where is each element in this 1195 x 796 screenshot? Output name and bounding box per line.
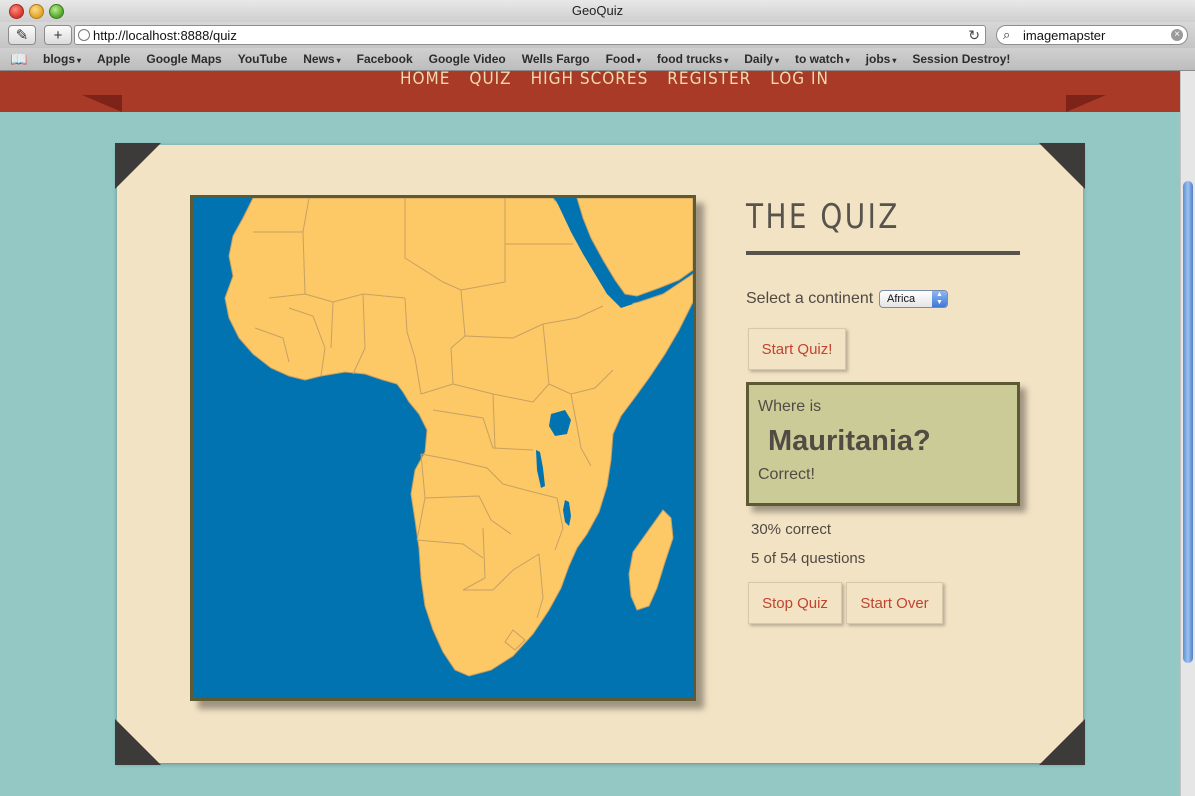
address-bar[interactable]: http://localhost:8888/quiz ↻ bbox=[74, 25, 986, 45]
bookmark-item[interactable]: Google Maps bbox=[146, 52, 221, 66]
search-field[interactable]: ⌕ imagemapster × bbox=[996, 25, 1188, 45]
africa-map[interactable] bbox=[190, 195, 696, 701]
answer-feedback: Correct! bbox=[758, 466, 815, 483]
question-count: 5 of 54 questions bbox=[751, 550, 866, 567]
continent-label: Select a continent bbox=[746, 290, 874, 307]
bookmark-item[interactable]: jobs ▾ bbox=[866, 52, 897, 66]
start-quiz-button[interactable]: Start Quiz! bbox=[748, 328, 846, 370]
select-arrows-icon: ▲ ▼ bbox=[932, 291, 947, 307]
edit-icon[interactable]: ✎ bbox=[8, 25, 36, 45]
search-icon[interactable]: ⌕ bbox=[1003, 27, 1010, 43]
bookmark-list: blogs ▾ Apple Google Maps YouTube News ▾ F… bbox=[43, 52, 1026, 66]
chevron-down-icon: ▾ bbox=[724, 56, 729, 65]
bookmark-item[interactable]: blogs ▾ bbox=[43, 52, 81, 66]
photo-corner bbox=[1039, 143, 1085, 189]
chevron-down-icon: ▾ bbox=[77, 56, 82, 65]
window-titlebar: GeoQuiz bbox=[0, 0, 1195, 23]
quiz-card: THE QUIZ Select a continent Africa ▲ ▼ St… bbox=[115, 143, 1085, 765]
vertical-scrollbar[interactable] bbox=[1180, 71, 1195, 796]
page-viewport: HOME QUIZ HIGH SCORES REGISTER LOG IN TH… bbox=[0, 71, 1180, 796]
bookmark-item[interactable]: Daily ▾ bbox=[744, 52, 779, 66]
chevron-down-icon: ▾ bbox=[774, 56, 779, 65]
question-prompt: Where is bbox=[758, 398, 822, 415]
bookmark-item[interactable]: Session Destroy! bbox=[912, 52, 1010, 66]
photo-corner bbox=[115, 143, 161, 189]
bookmark-item[interactable]: Google Video bbox=[429, 52, 506, 66]
photo-corner bbox=[115, 719, 161, 765]
title-divider bbox=[746, 251, 1020, 255]
bookmark-item[interactable]: News ▾ bbox=[303, 52, 340, 66]
main-nav: HOME QUIZ HIGH SCORES REGISTER LOG IN bbox=[400, 71, 848, 89]
percent-correct: 30% correct bbox=[751, 521, 832, 538]
continent-select-value: Africa bbox=[887, 293, 916, 305]
nav-home[interactable]: HOME bbox=[400, 71, 450, 89]
bookmark-item[interactable]: Facebook bbox=[357, 52, 413, 66]
chevron-down-icon: ▾ bbox=[892, 56, 897, 65]
question-country: Mauritania? bbox=[768, 425, 931, 457]
bookmark-item[interactable]: to watch ▾ bbox=[795, 52, 850, 66]
start-over-button[interactable]: Start Over bbox=[846, 582, 943, 624]
search-input[interactable]: imagemapster bbox=[1023, 28, 1105, 43]
scrollbar-thumb[interactable] bbox=[1183, 181, 1193, 663]
url-text[interactable]: http://localhost:8888/quiz bbox=[93, 28, 237, 43]
nav-high-scores[interactable]: HIGH SCORES bbox=[531, 71, 649, 89]
clear-search-icon[interactable]: × bbox=[1171, 29, 1183, 41]
window-title: GeoQuiz bbox=[571, 3, 624, 18]
bookmarks-bar: 📖 blogs ▾ Apple Google Maps YouTube News ▾… bbox=[0, 48, 1195, 71]
bookmark-item[interactable]: Apple bbox=[97, 52, 130, 66]
stop-quiz-button[interactable]: Stop Quiz bbox=[748, 582, 842, 624]
bookmark-item[interactable]: YouTube bbox=[238, 52, 288, 66]
nav-login[interactable]: LOG IN bbox=[770, 71, 829, 89]
reload-icon[interactable]: ↻ bbox=[968, 27, 980, 44]
browser-toolbar: ✎ + http://localhost:8888/quiz ↻ ⌕ image… bbox=[0, 22, 1195, 48]
continent-select[interactable]: Africa ▲ ▼ bbox=[879, 290, 948, 308]
question-box: Where is Mauritania? Correct! bbox=[746, 382, 1020, 506]
bookmark-item[interactable]: food trucks ▾ bbox=[657, 52, 728, 66]
nav-register[interactable]: REGISTER bbox=[667, 71, 751, 89]
chevron-down-icon: ▾ bbox=[636, 56, 641, 65]
add-bookmark-button[interactable]: + bbox=[44, 25, 72, 45]
chevron-down-icon: ▾ bbox=[845, 56, 850, 65]
nav-quiz[interactable]: QUIZ bbox=[469, 71, 511, 89]
bookmark-item[interactable]: Wells Fargo bbox=[522, 52, 590, 66]
bookmark-item[interactable]: Food ▾ bbox=[606, 52, 641, 66]
chevron-down-icon: ▾ bbox=[336, 56, 341, 65]
book-icon[interactable]: 📖 bbox=[10, 51, 27, 68]
page-title: THE QUIZ bbox=[746, 197, 900, 237]
map-svg[interactable] bbox=[193, 198, 693, 698]
globe-icon bbox=[78, 29, 90, 41]
photo-corner bbox=[1039, 719, 1085, 765]
